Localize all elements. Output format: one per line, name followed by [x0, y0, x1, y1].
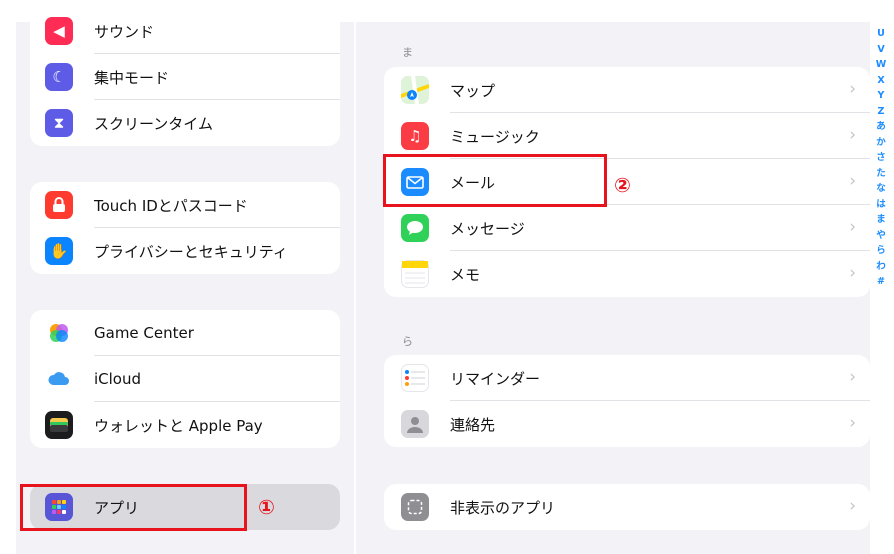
app-label: 連絡先 — [450, 416, 496, 434]
app-label: 非表示のアプリ — [450, 499, 556, 517]
index-letter[interactable]: V — [877, 42, 884, 58]
cloud-icon — [45, 365, 73, 393]
chevron-right-icon: › — [849, 79, 856, 99]
index-letter[interactable]: W — [876, 57, 886, 73]
sidebar-item-privacy[interactable]: ✋ プライバシーとセキュリティ — [30, 228, 340, 274]
app-row-music[interactable]: ♫ ミュージック › — [384, 113, 870, 159]
sidebar-item-wallet[interactable]: ウォレットと Apple Pay — [30, 402, 340, 448]
section-header-ma: ま — [402, 46, 413, 59]
moon-icon: ☾ — [45, 63, 73, 91]
step-marker-1: ① — [258, 495, 275, 519]
chevron-right-icon: › — [849, 367, 856, 387]
sidebar-item-focus[interactable]: ☾ 集中モード — [30, 54, 340, 100]
sidebar-group-accounts: Game Center iCloud ウォレットと Apple Pay — [30, 310, 340, 448]
apps-group-hidden: 非表示のアプリ › — [384, 484, 870, 530]
sidebar-item-touch-id[interactable]: Touch IDとパスコード — [30, 182, 340, 228]
chevron-right-icon: › — [849, 413, 856, 433]
hourglass-icon: ⧗ — [45, 109, 73, 137]
wallet-icon — [45, 411, 73, 439]
section-header-ra: ら — [402, 335, 413, 348]
sidebar-item-label: サウンド — [94, 22, 155, 41]
speaker-icon: ◀ — [45, 17, 73, 45]
chevron-right-icon: › — [849, 171, 856, 191]
sidebar-item-label: iCloud — [94, 370, 142, 388]
highlight-box-apps — [20, 484, 247, 531]
app-label: リマインダー — [450, 370, 541, 388]
messages-icon — [401, 214, 429, 242]
app-label: メモ — [450, 266, 481, 284]
hidden-apps-icon — [401, 493, 429, 521]
index-letter[interactable]: か — [876, 135, 886, 151]
notes-icon — [401, 260, 429, 288]
app-label: ミュージック — [450, 128, 540, 146]
sidebar-item-label: スクリーンタイム — [94, 114, 213, 133]
lock-icon — [45, 191, 73, 219]
section-index-bar[interactable]: U V W X Y Z あかさたなはまやらわ # — [872, 26, 890, 290]
game-center-icon — [45, 319, 73, 347]
index-letter[interactable]: X — [877, 73, 884, 89]
index-letter[interactable]: た — [876, 166, 886, 182]
app-row-notes[interactable]: メモ › — [384, 251, 870, 297]
index-letter[interactable]: U — [877, 26, 885, 42]
app-row-hidden-apps[interactable]: 非表示のアプリ › — [384, 484, 870, 530]
chevron-right-icon: › — [849, 496, 856, 516]
apps-list-panel: ま マップ › ♫ ミュージック › メール › メッセージ › メモ › ら … — [356, 22, 870, 554]
index-letter[interactable]: # — [877, 274, 885, 290]
app-row-messages[interactable]: メッセージ › — [384, 205, 870, 251]
sidebar-group-security: Touch IDとパスコード ✋ プライバシーとセキュリティ — [30, 182, 340, 274]
app-label: マップ — [450, 82, 496, 100]
app-row-reminders[interactable]: リマインダー › — [384, 355, 870, 401]
sidebar-item-sound[interactable]: ◀ サウンド — [30, 8, 340, 54]
highlight-box-mail — [383, 154, 607, 207]
hand-icon: ✋ — [45, 237, 73, 265]
contacts-icon — [401, 410, 429, 438]
sidebar-item-icloud[interactable]: iCloud — [30, 356, 340, 402]
sidebar-item-label: プライバシーとセキュリティ — [94, 242, 288, 261]
sidebar-item-label: Touch IDとパスコード — [94, 196, 248, 215]
settings-sidebar: ◀ サウンド ☾ 集中モード ⧗ スクリーンタイム Touch IDとパスコード… — [16, 8, 354, 554]
chevron-right-icon: › — [849, 125, 856, 145]
index-letter[interactable]: さ — [876, 150, 886, 166]
index-letter[interactable]: な — [876, 181, 886, 197]
index-letter[interactable]: は — [876, 197, 886, 213]
index-letter[interactable]: Y — [878, 88, 885, 104]
sidebar-group-system: ◀ サウンド ☾ 集中モード ⧗ スクリーンタイム — [30, 8, 340, 146]
app-row-contacts[interactable]: 連絡先 › — [384, 401, 870, 447]
index-letter[interactable]: Z — [878, 104, 885, 120]
sidebar-item-screen-time[interactable]: ⧗ スクリーンタイム — [30, 100, 340, 146]
sidebar-item-game-center[interactable]: Game Center — [30, 310, 340, 356]
sidebar-item-label: Game Center — [94, 324, 194, 342]
apps-group-ra: リマインダー › 連絡先 › — [384, 355, 870, 447]
maps-icon — [401, 76, 429, 104]
app-label: メッセージ — [450, 220, 525, 238]
chevron-right-icon: › — [849, 217, 856, 237]
chevron-right-icon: › — [849, 263, 856, 283]
sidebar-item-label: 集中モード — [94, 68, 170, 87]
index-letter[interactable]: わ — [876, 259, 886, 275]
reminders-icon — [401, 364, 429, 392]
index-letter[interactable]: ら — [876, 243, 886, 259]
step-marker-2: ② — [614, 173, 631, 197]
app-row-maps[interactable]: マップ › — [384, 67, 870, 113]
index-letter[interactable]: あ — [876, 119, 886, 135]
index-letter[interactable]: ま — [876, 212, 886, 228]
index-letter[interactable]: や — [876, 228, 886, 244]
music-icon: ♫ — [401, 122, 429, 150]
sidebar-item-label: ウォレットと Apple Pay — [94, 416, 263, 435]
